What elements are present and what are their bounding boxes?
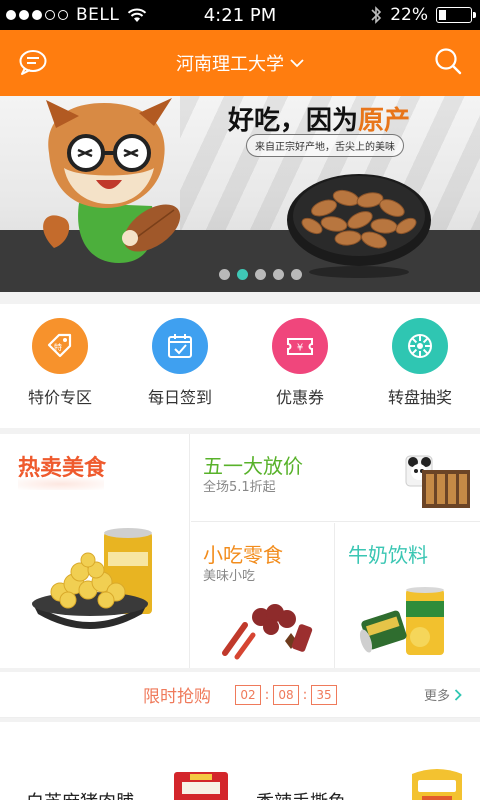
- countdown-separator: :: [264, 686, 270, 703]
- category-title: 五一大放价: [203, 454, 303, 478]
- battery-percent: 22%: [390, 5, 428, 25]
- more-link[interactable]: 更多: [424, 685, 462, 704]
- status-bar: BELL 4:21 PM 22%: [0, 0, 480, 30]
- lottery-wheel-icon: [408, 334, 432, 358]
- svg-text:¥: ¥: [297, 343, 303, 354]
- quick-nav-lottery[interactable]: 转盘抽奖: [360, 318, 480, 408]
- category-may-day-sale[interactable]: 五一大放价 全场5.1折起: [191, 434, 480, 522]
- chevron-right-icon: [454, 688, 462, 701]
- quick-nav: 特 特价专区 每日签到 ¥ 优惠券 转盘抽奖: [0, 304, 480, 428]
- banner-headline-highlight: 原产: [358, 106, 411, 136]
- category-title: 牛奶饮料: [348, 543, 428, 567]
- countdown-minutes: 08: [273, 684, 299, 705]
- almond-bowl-image: [287, 174, 431, 278]
- banner-headline: 好吃，因为原产: [228, 100, 410, 137]
- category-snacks[interactable]: 小吃零食 美味小吃: [191, 523, 335, 668]
- bluetooth-icon: [371, 6, 382, 24]
- quick-nav-label: 优惠券: [275, 388, 324, 407]
- carrier-name: BELL: [76, 5, 120, 25]
- category-title: 小吃零食: [203, 543, 283, 567]
- fox-mascot-icon: [43, 98, 181, 263]
- message-icon[interactable]: [18, 48, 48, 76]
- chevron-down-icon: [290, 59, 304, 68]
- flash-sale-bar: 限时抢购 02 : 08 : 35 更多: [0, 672, 480, 718]
- product-thumbnail[interactable]: [172, 770, 230, 800]
- pager-dot[interactable]: [218, 269, 230, 280]
- banner-headline-text: 好吃，因为: [228, 106, 359, 136]
- app-header: 河南理工大学: [0, 30, 480, 96]
- promo-banner[interactable]: 好吃，因为原产 来自正宗好产地，舌尖上的美味: [0, 96, 480, 292]
- category-subtitle: 全场5.1折起: [203, 480, 276, 495]
- banner-pager[interactable]: [0, 269, 480, 280]
- countdown-seconds: 35: [311, 684, 337, 705]
- countdown-separator: :: [302, 686, 308, 703]
- pager-dot[interactable]: [272, 269, 284, 280]
- svg-text:特: 特: [54, 342, 62, 352]
- page-title: 河南理工大学: [176, 54, 284, 75]
- campus-selector[interactable]: 河南理工大学: [176, 50, 304, 76]
- countdown-hours: 02: [235, 684, 261, 705]
- flash-sale-products: 白芝麻猪肉脯 香辣手撕鱼: [0, 722, 480, 800]
- calendar-check-icon: [168, 334, 192, 358]
- coupon-icon: ¥: [287, 338, 313, 355]
- nut-gift-box-image: [405, 455, 470, 508]
- quick-nav-label: 特价专区: [27, 388, 92, 407]
- pager-dot[interactable]: [236, 269, 248, 280]
- quick-nav-label: 转盘抽奖: [387, 388, 452, 407]
- popcorn-image: [32, 528, 152, 629]
- category-subtitle: 美味小吃: [203, 569, 256, 584]
- quick-nav-deals[interactable]: 特 特价专区: [0, 318, 120, 408]
- battery-icon: [436, 7, 476, 23]
- flash-sale-title: 限时抢购: [143, 687, 211, 707]
- wifi-icon: [128, 8, 147, 22]
- category-milk-drinks[interactable]: 牛奶饮料: [336, 523, 480, 668]
- more-label: 更多: [423, 689, 450, 704]
- search-icon[interactable]: [434, 47, 462, 75]
- snack-meat-image: [222, 604, 313, 660]
- signal-strength-icon: [6, 10, 68, 20]
- pager-dot[interactable]: [254, 269, 266, 280]
- pager-dot[interactable]: [290, 269, 302, 280]
- quick-nav-checkin[interactable]: 每日签到: [120, 318, 240, 408]
- product-name[interactable]: 白芝麻猪肉脯: [26, 788, 134, 800]
- title-glow: [18, 478, 104, 490]
- product-name[interactable]: 香辣手撕鱼: [256, 788, 346, 800]
- quick-nav-label: 每日签到: [147, 388, 212, 407]
- category-hot-food[interactable]: 热卖美食: [0, 434, 190, 668]
- product-thumbnail[interactable]: [410, 766, 464, 800]
- quick-nav-coupons[interactable]: ¥ 优惠券: [240, 318, 360, 408]
- price-tag-icon: 特: [47, 333, 72, 358]
- category-grid: 热卖美食 五一大放价 全场5.1折起 小吃零食 美味小吃 牛奶饮料: [0, 434, 480, 668]
- banner-subtitle: 来自正宗好产地，舌尖上的美味: [246, 134, 404, 157]
- drink-cans-image: [359, 587, 444, 655]
